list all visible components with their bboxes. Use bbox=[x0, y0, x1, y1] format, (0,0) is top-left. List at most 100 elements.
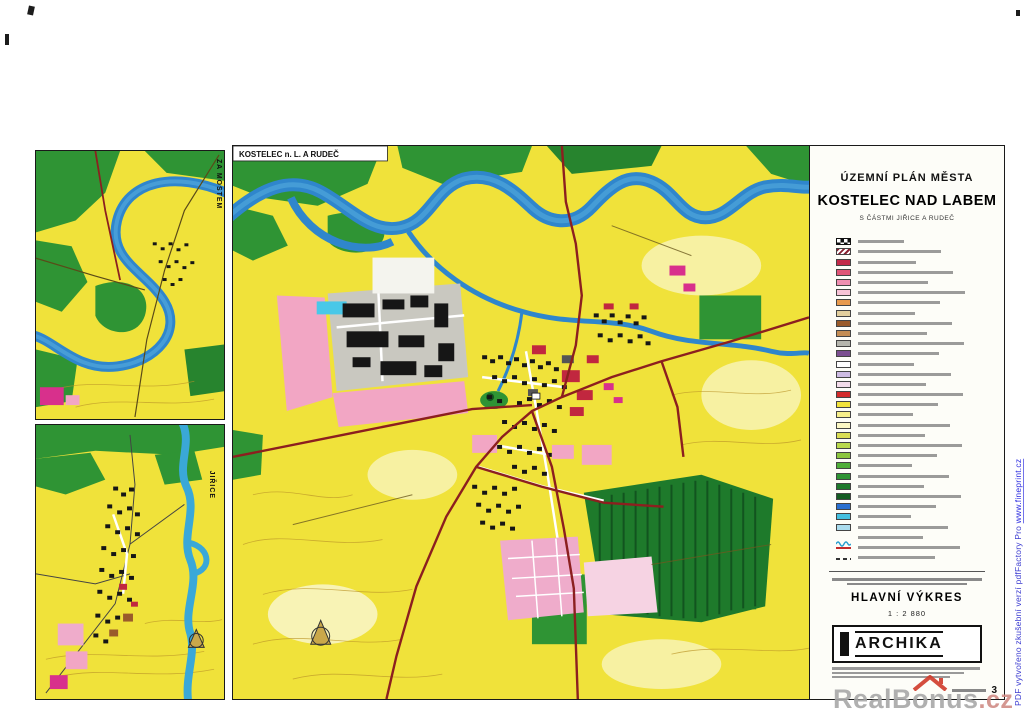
legend-label bbox=[858, 475, 949, 478]
legend-label bbox=[858, 536, 923, 539]
legend-swatch bbox=[836, 248, 851, 255]
legend-item bbox=[836, 360, 1004, 368]
legend-label bbox=[858, 352, 939, 355]
legend-item bbox=[836, 503, 1004, 511]
legend-line-symbol bbox=[836, 534, 851, 541]
watermark-text: RealBonus bbox=[833, 684, 979, 714]
legend-item bbox=[836, 462, 1004, 470]
legend-item bbox=[836, 452, 1004, 460]
legend-item bbox=[836, 513, 1004, 521]
legend-swatch bbox=[836, 350, 851, 357]
legend-label bbox=[858, 546, 960, 549]
legend-item bbox=[836, 289, 1004, 297]
legend-label bbox=[858, 464, 912, 467]
legend-swatch bbox=[836, 473, 851, 480]
legend-item bbox=[836, 309, 1004, 317]
legend-item bbox=[836, 320, 1004, 328]
scan-speck bbox=[5, 34, 9, 45]
legend-label bbox=[858, 261, 916, 264]
legend-item bbox=[836, 370, 1004, 378]
inset-map-za-mostem: ZA MOSTEM bbox=[35, 150, 225, 420]
title-block-panel: ÚZEMNÍ PLÁN MĚSTA KOSTELEC NAD LABEM S Č… bbox=[810, 145, 1005, 700]
legend-label bbox=[858, 485, 924, 488]
legend-item bbox=[836, 258, 1004, 266]
legend-swatch bbox=[836, 391, 851, 398]
legend-label bbox=[858, 322, 952, 325]
legend-item bbox=[836, 493, 1004, 501]
legend-item bbox=[836, 391, 1004, 399]
legend-swatch bbox=[836, 483, 851, 490]
legend-label bbox=[858, 444, 962, 447]
legend-item bbox=[836, 411, 1004, 419]
legend-label bbox=[858, 332, 927, 335]
legend-label bbox=[858, 393, 963, 396]
legend-swatch bbox=[836, 462, 851, 469]
inset-top-canvas: ZA MOSTEM bbox=[36, 151, 224, 419]
legend-item bbox=[836, 554, 1004, 562]
watermark: RealBonus.cz bbox=[833, 684, 1013, 715]
legend-item bbox=[836, 350, 1004, 358]
legend-swatch bbox=[836, 330, 851, 337]
legend-label bbox=[858, 526, 948, 529]
legend-item bbox=[836, 533, 1004, 541]
fineprint-link[interactable]: www.fineprint.cz bbox=[1013, 459, 1023, 524]
legend-swatch bbox=[836, 493, 851, 500]
legend-swatch bbox=[836, 371, 851, 378]
legend-swatch bbox=[836, 442, 851, 449]
legend-label bbox=[858, 240, 904, 243]
scan-speck bbox=[27, 5, 35, 15]
legend-label bbox=[858, 250, 941, 253]
legend-label bbox=[858, 434, 925, 437]
drawing-title: HLAVNÍ VÝKRES bbox=[810, 592, 1004, 604]
legend-swatch bbox=[836, 452, 851, 459]
plan-heading-sub: S ČÁSTMI JIŘICE A RUDEČ bbox=[810, 215, 1004, 222]
legend-swatch bbox=[836, 513, 851, 520]
legend-swatch bbox=[836, 340, 851, 347]
legend-swatch bbox=[836, 269, 851, 276]
pdf-factory-notice: PDF vytvořeno zkušební verzí pdfFactory … bbox=[1013, 338, 1023, 706]
legend-line-symbol bbox=[836, 547, 851, 549]
legend-item bbox=[836, 442, 1004, 450]
legend-swatch bbox=[836, 279, 851, 286]
inset-map-jirice: JIŘICE bbox=[35, 424, 225, 700]
legend-label bbox=[858, 271, 953, 274]
legend-item bbox=[836, 299, 1004, 307]
inset-top-label: ZA MOSTEM bbox=[215, 159, 222, 209]
legend-item bbox=[836, 421, 1004, 429]
legend-label bbox=[858, 403, 938, 406]
map-legend bbox=[836, 238, 1004, 561]
legend-item bbox=[836, 544, 1004, 552]
legend-swatch bbox=[836, 289, 851, 296]
legend-label bbox=[858, 301, 940, 304]
legend-item bbox=[836, 248, 1004, 256]
legend-label bbox=[858, 373, 951, 376]
legal-fine-print bbox=[829, 571, 985, 585]
inset-bottom-canvas: JIŘICE bbox=[36, 425, 224, 699]
legend-label bbox=[858, 342, 964, 345]
legend-item bbox=[836, 279, 1004, 287]
legend-label bbox=[858, 281, 928, 284]
legend-swatch bbox=[836, 238, 851, 245]
legend-swatch bbox=[836, 524, 851, 531]
legend-label bbox=[858, 413, 913, 416]
legend-item bbox=[836, 472, 1004, 480]
legend-item bbox=[836, 381, 1004, 389]
legend-label bbox=[858, 505, 936, 508]
logo-square-icon bbox=[840, 632, 849, 656]
legend-swatch bbox=[836, 422, 851, 429]
legend-swatch bbox=[836, 381, 851, 388]
plan-heading-small: ÚZEMNÍ PLÁN MĚSTA bbox=[810, 172, 1004, 184]
inset-bottom-label: JIŘICE bbox=[208, 471, 217, 499]
legend-label bbox=[858, 454, 937, 457]
legend-swatch bbox=[836, 432, 851, 439]
legend-item bbox=[836, 269, 1004, 277]
legend-label bbox=[858, 291, 965, 294]
main-map-canvas: KOSTELEC n. L. A RUDEČ bbox=[233, 146, 809, 699]
legend-swatch bbox=[836, 411, 851, 418]
legend-item bbox=[836, 330, 1004, 338]
legend-swatch bbox=[836, 503, 851, 510]
legend-swatch bbox=[836, 259, 851, 266]
archika-logo: ARCHIKA bbox=[832, 625, 982, 663]
main-map-label: KOSTELEC n. L. A RUDEČ bbox=[239, 150, 339, 159]
legend-swatch bbox=[836, 361, 851, 368]
